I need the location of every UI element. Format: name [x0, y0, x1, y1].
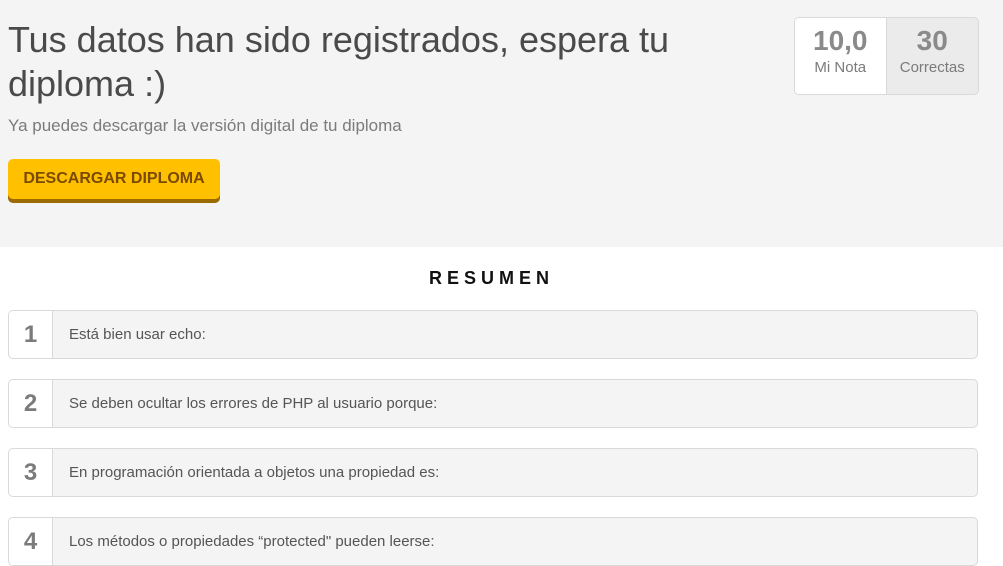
question-item[interactable]: 1 Está bien usar echo:	[8, 310, 978, 359]
question-number: 1	[9, 311, 53, 358]
question-text: En programación orientada a objetos una …	[69, 464, 440, 481]
question-number: 2	[9, 380, 53, 427]
page-title: Tus datos han sido registrados, espera t…	[8, 19, 670, 104]
question-item[interactable]: 2 Se deben ocultar los errores de PHP al…	[8, 379, 978, 428]
correct-cell: 30 Correctas	[886, 18, 978, 94]
question-item[interactable]: 4 Los métodos o propiedades “protected" …	[8, 517, 978, 566]
summary-title: RESUMEN	[428, 268, 554, 288]
grade-label: Mi Nota	[814, 59, 867, 76]
correct-value: 30	[916, 25, 948, 56]
question-text: Está bien usar echo:	[69, 326, 206, 343]
result-header: Tus datos han sido registrados, espera t…	[0, 0, 1003, 247]
question-item[interactable]: 3 En programación orientada a objetos un…	[8, 448, 978, 497]
question-text: Se deben ocultar los errores de PHP al u…	[69, 395, 438, 412]
score-box: 10,0 Mi Nota 30 Correctas	[794, 17, 979, 95]
download-diploma-button[interactable]: DESCARGAR DIPLOMA	[8, 159, 220, 199]
grade-cell: 10,0 Mi Nota	[795, 18, 887, 94]
correct-label: Correctas	[899, 59, 965, 76]
grade-value: 10,0	[813, 25, 868, 56]
question-number: 4	[9, 518, 53, 565]
page-subtitle: Ya puedes descargar la versión digital d…	[8, 116, 402, 135]
question-number: 3	[9, 449, 53, 496]
question-text: Los métodos o propiedades “protected" pu…	[69, 533, 435, 550]
